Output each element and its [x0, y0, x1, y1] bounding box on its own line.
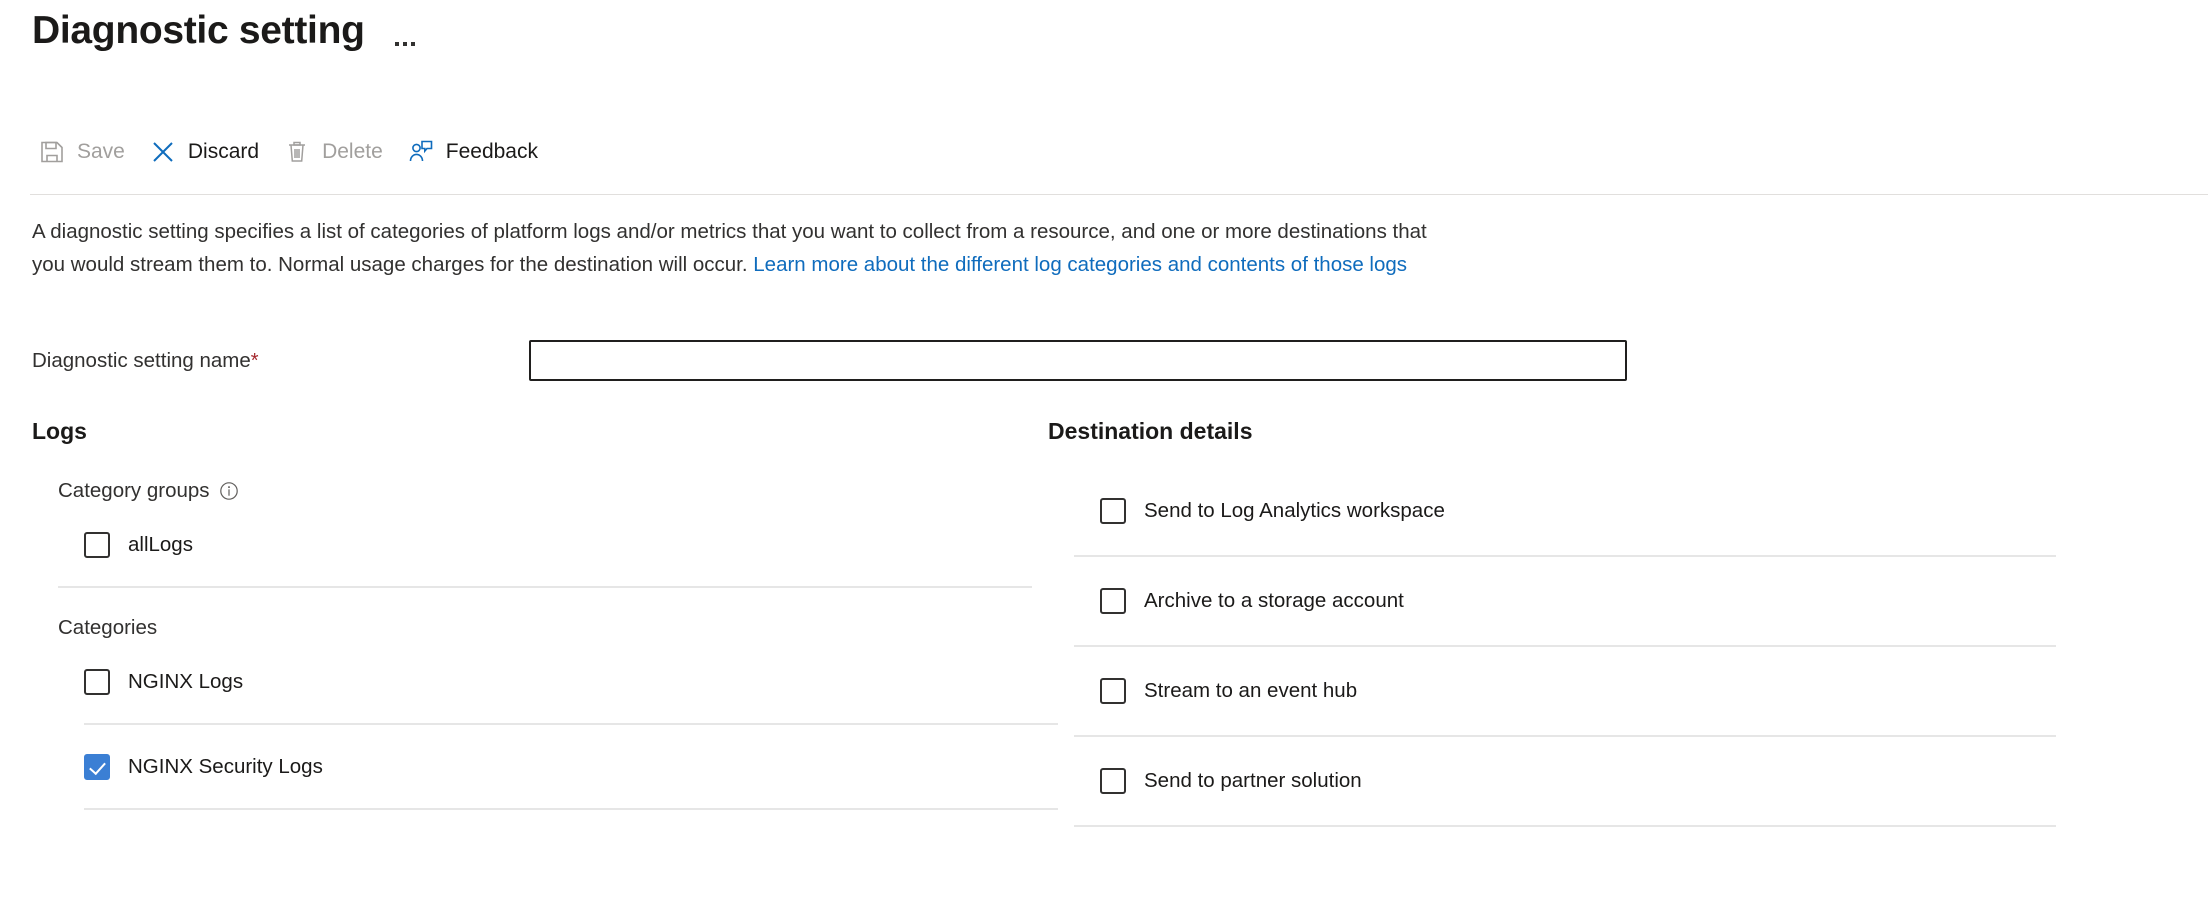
checkbox-nginx-logs-label: NGINX Logs [128, 670, 243, 694]
checkbox-stream-to-event-hub-label: Stream to an event hub [1144, 679, 1357, 703]
ellipsis-dot [403, 42, 407, 46]
logs-heading: Logs [32, 418, 1032, 445]
discard-button-label: Discard [188, 140, 259, 164]
info-icon[interactable] [219, 481, 239, 501]
checkbox-nginx-security-logs-label: NGINX Security Logs [128, 755, 323, 779]
category-groups-section: Category groups allLogs [58, 479, 1032, 588]
discard-button[interactable]: Discard [143, 134, 277, 170]
spacer [58, 790, 1032, 808]
learn-more-link[interactable]: Learn more about the different log categ… [753, 253, 1407, 276]
checkbox-archive-to-storage-account-label: Archive to a storage account [1144, 589, 1404, 613]
required-marker: * [251, 350, 259, 372]
feedback-icon [407, 138, 435, 166]
checkbox-alllogs[interactable] [84, 532, 110, 558]
destination-divider-4 [1074, 825, 2056, 827]
checkbox-send-to-log-analytics-workspace-label: Send to Log Analytics workspace [1144, 499, 1445, 523]
delete-button-label: Delete [322, 140, 383, 164]
spacer [1074, 647, 2058, 665]
diagnostic-setting-name-input[interactable] [529, 340, 1627, 381]
ellipsis-icon[interactable] [395, 12, 415, 50]
spacer [58, 640, 1032, 658]
save-button-label: Save [77, 140, 125, 164]
checkbox-alllogs-label: allLogs [128, 533, 193, 557]
spacer [58, 503, 1032, 521]
spacer [1074, 627, 2058, 645]
ellipsis-dot [395, 42, 399, 46]
category-groups-label: Category groups [58, 479, 210, 503]
ellipsis-dot [411, 42, 415, 46]
save-button[interactable]: Save [32, 134, 143, 170]
categories-label-row: Categories [58, 616, 1032, 640]
spacer [32, 588, 1032, 616]
category-groups-label-row: Category groups [58, 479, 1032, 503]
name-label-text: Diagnostic setting name [32, 349, 251, 372]
diagnostic-setting-name-row: Diagnostic setting name* [32, 340, 2132, 381]
checkbox-archive-to-storage-account[interactable] [1100, 588, 1126, 614]
delete-button[interactable]: Delete [277, 134, 401, 170]
checkbox-nginx-security-logs[interactable] [84, 754, 110, 780]
checkbox-row-storage-account[interactable]: Archive to a storage account [1100, 575, 2058, 627]
destination-details-column: Destination details Send to Log Analytic… [1048, 418, 2058, 827]
checkbox-row-event-hub[interactable]: Stream to an event hub [1100, 665, 2058, 717]
toolbar-divider [30, 194, 2208, 195]
spacer [58, 725, 1032, 743]
feedback-button-label: Feedback [446, 140, 538, 164]
page-header: Diagnostic setting [32, 10, 415, 53]
spacer [1074, 717, 2058, 735]
checkbox-send-to-log-analytics-workspace[interactable] [1100, 498, 1126, 524]
command-bar: Save Discard Delete Fee [32, 134, 556, 170]
description-text: A diagnostic setting specifies a list of… [32, 215, 1432, 281]
checkbox-row-nginx-logs[interactable]: NGINX Logs [84, 658, 1032, 705]
checkbox-row-alllogs[interactable]: allLogs [84, 521, 1032, 568]
checkbox-nginx-logs[interactable] [84, 669, 110, 695]
destination-options-list: Send to Log Analytics workspace Archive … [1074, 485, 2058, 827]
logs-column: Logs Category groups allLogs [32, 418, 1032, 810]
page-title: Diagnostic setting [32, 10, 365, 53]
spacer [58, 568, 1032, 586]
checkbox-send-to-partner-solution[interactable] [1100, 768, 1126, 794]
checkbox-row-log-analytics[interactable]: Send to Log Analytics workspace [1100, 485, 2058, 537]
spacer [1074, 537, 2058, 555]
categories-section: Categories NGINX Logs NGINX Security Log… [58, 616, 1032, 810]
spacer [1074, 557, 2058, 575]
spacer [58, 705, 1032, 723]
trash-icon [283, 138, 311, 166]
diagnostic-setting-name-label: Diagnostic setting name* [32, 349, 529, 373]
spacer [1074, 737, 2058, 755]
checkbox-stream-to-event-hub[interactable] [1100, 678, 1126, 704]
destination-details-heading: Destination details [1048, 418, 2058, 445]
checkbox-send-to-partner-solution-label: Send to partner solution [1144, 769, 1362, 793]
discard-x-icon [149, 138, 177, 166]
feedback-button[interactable]: Feedback [401, 134, 556, 170]
checkbox-row-nginx-security-logs[interactable]: NGINX Security Logs [84, 743, 1032, 790]
checkbox-row-partner-solution[interactable]: Send to partner solution [1100, 755, 2058, 807]
save-icon [38, 138, 66, 166]
categories-label: Categories [58, 616, 157, 640]
spacer [1074, 807, 2058, 825]
logs-divider-3 [84, 808, 1058, 810]
